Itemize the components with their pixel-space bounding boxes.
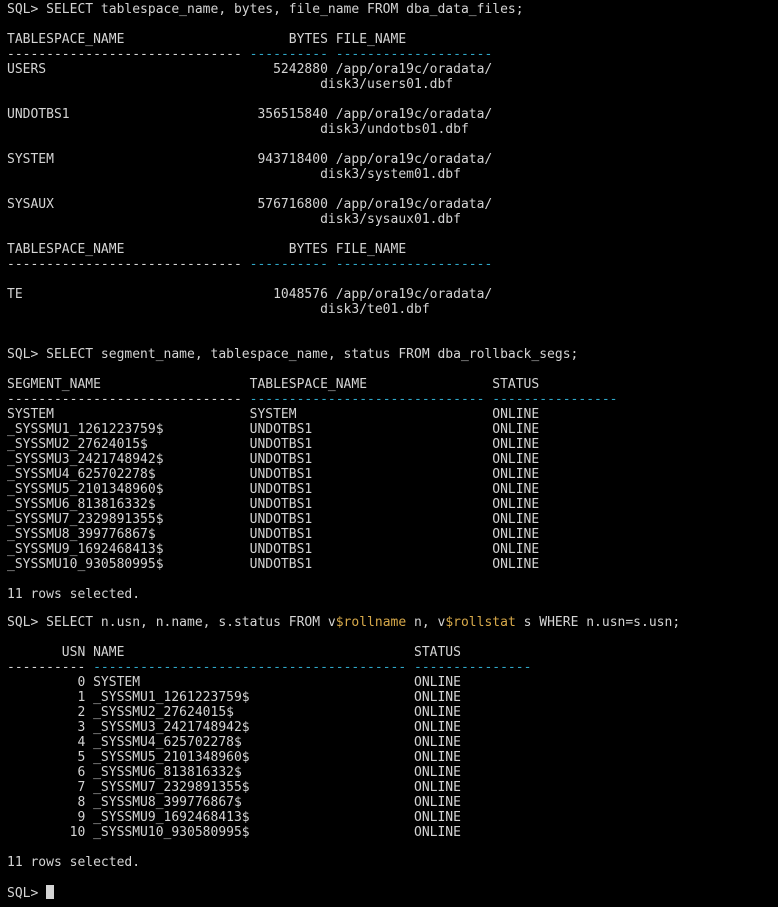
rows-selected-footer: 11 rows selected. xyxy=(7,587,141,602)
rule-tablespace-name: ------------------------------ xyxy=(249,392,485,407)
table-row: 10 _SYSSMU10_930580995$ ONLINE xyxy=(7,825,461,840)
table-row: _SYSSMU1_1261223759$ UNDOTBS1 ONLINE xyxy=(7,422,540,437)
table-row-continuation: disk3/system01.dbf xyxy=(7,167,461,182)
text-cursor xyxy=(46,885,55,899)
table-row-continuation: disk3/undotbs01.dbf xyxy=(7,122,469,137)
table-row: _SYSSMU2_27624015$ UNDOTBS1 ONLINE xyxy=(7,437,540,452)
rule-bytes: ---------- xyxy=(249,47,328,62)
sql-prompt: SQL> xyxy=(7,886,47,901)
header-rule-repeat: ------------------------------ ---------… xyxy=(7,257,492,272)
query-text: s WHERE n.usn=s.usn; xyxy=(515,615,681,630)
column-header: USN NAME STATUS xyxy=(7,645,461,660)
rule-bytes: ---------- xyxy=(249,257,328,272)
table-row: _SYSSMU10_930580995$ UNDOTBS1 ONLINE xyxy=(7,557,540,572)
table-row: 5 _SYSSMU5_2101348960$ ONLINE xyxy=(7,750,461,765)
table-row: _SYSSMU8_399776867$ UNDOTBS1 ONLINE xyxy=(7,527,540,542)
table-row: SYSTEM SYSTEM ONLINE xyxy=(7,407,540,422)
rule-status: --------------- xyxy=(414,660,532,675)
table-row: TE 1048576 /app/ora19c/oradata/ xyxy=(7,287,493,302)
rule-usn: ---------- xyxy=(7,660,86,675)
table-row: 6 _SYSSMU6_813816332$ ONLINE xyxy=(7,765,461,780)
table-row: 9 _SYSSMU9_1692468413$ ONLINE xyxy=(7,810,461,825)
sql-query-rollname-rollstat: SQL> SELECT n.usn, n.name, s.status FROM… xyxy=(7,615,680,630)
table-row: 3 _SYSSMU3_2421748942$ ONLINE xyxy=(7,720,461,735)
table-row: UNDOTBS1 356515840 /app/ora19c/oradata/ xyxy=(7,107,493,122)
rule-file-name: -------------------- xyxy=(335,47,493,62)
sql-query-data-files: SQL> SELECT tablespace_name, bytes, file… xyxy=(7,2,524,17)
rule-file-name: -------------------- xyxy=(335,257,493,272)
table-row: _SYSSMU3_2421748942$ UNDOTBS1 ONLINE xyxy=(7,452,540,467)
command-prompt-line[interactable]: SQL> xyxy=(7,885,55,901)
column-header: SEGMENT_NAME TABLESPACE_NAME STATUS xyxy=(7,377,540,392)
table-row: 1 _SYSSMU1_1261223759$ ONLINE xyxy=(7,690,461,705)
terminal-window[interactable]: SQL> SELECT tablespace_name, bytes, file… xyxy=(0,0,778,907)
table-row-continuation: disk3/te01.dbf xyxy=(7,302,430,317)
table-row: 7 _SYSSMU7_2329891355$ ONLINE xyxy=(7,780,461,795)
table-row-continuation: disk3/sysaux01.dbf xyxy=(7,212,461,227)
query-text: SQL> SELECT n.usn, n.name, s.status FROM… xyxy=(7,615,336,630)
column-header: TABLESPACE_NAME BYTES FILE_NAME xyxy=(7,32,407,47)
header-rule: ---------- -----------------------------… xyxy=(7,660,531,675)
table-row: 4 _SYSSMU4_625702278$ ONLINE xyxy=(7,735,461,750)
rule-tablespace-name: ------------------------------ xyxy=(7,257,242,272)
table-row: SYSTEM 943718400 /app/ora19c/oradata/ xyxy=(7,152,493,167)
table-row: _SYSSMU9_1692468413$ UNDOTBS1 ONLINE xyxy=(7,542,540,557)
table-row: _SYSSMU6_813816332$ UNDOTBS1 ONLINE xyxy=(7,497,540,512)
query-variable-rollname: $rollname xyxy=(335,615,407,630)
table-row-continuation: disk3/users01.dbf xyxy=(7,77,454,92)
query-variable-rollstat: $rollstat xyxy=(445,615,516,630)
table-row: _SYSSMU4_625702278$ UNDOTBS1 ONLINE xyxy=(7,467,540,482)
table-row: USERS 5242880 /app/ora19c/oradata/ xyxy=(7,62,493,77)
table-row: SYSAUX 576716800 /app/ora19c/oradata/ xyxy=(7,197,493,212)
header-rule: ------------------------------ ---------… xyxy=(7,47,492,62)
table-row: 8 _SYSSMU8_399776867$ ONLINE xyxy=(7,795,461,810)
rule-segment-name: ------------------------------ xyxy=(7,392,242,407)
table-row: 0 SYSTEM ONLINE xyxy=(7,675,461,690)
table-row: _SYSSMU7_2329891355$ UNDOTBS1 ONLINE xyxy=(7,512,540,527)
table-row: _SYSSMU5_2101348960$ UNDOTBS1 ONLINE xyxy=(7,482,540,497)
query-text: n, v xyxy=(406,615,446,630)
header-rule: ------------------------------ ---------… xyxy=(7,392,618,407)
sql-query-rollback-segs: SQL> SELECT segment_name, tablespace_nam… xyxy=(7,347,579,362)
rows-selected-footer: 11 rows selected. xyxy=(7,855,141,870)
rule-tablespace-name: ------------------------------ xyxy=(7,47,242,62)
table-row: 2 _SYSSMU2_27624015$ ONLINE xyxy=(7,705,461,720)
column-header-repeat: TABLESPACE_NAME BYTES FILE_NAME xyxy=(7,242,407,257)
rule-name: ---------------------------------------- xyxy=(93,660,407,675)
rule-status: ---------------- xyxy=(492,392,618,407)
